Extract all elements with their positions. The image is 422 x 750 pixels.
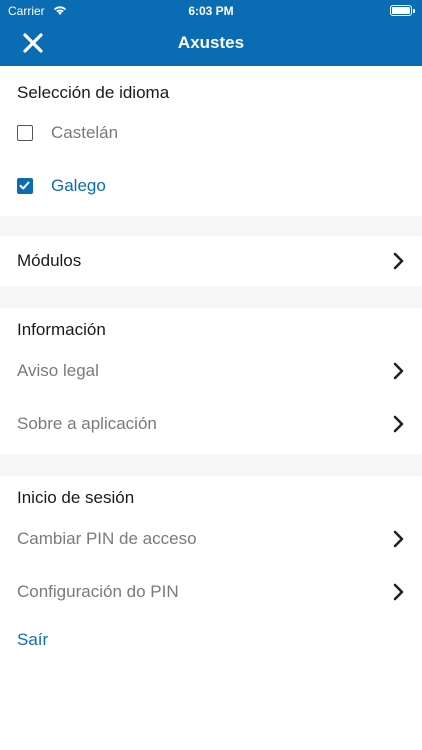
legal-notice-row[interactable]: Aviso legal (0, 348, 422, 394)
modules-section: Módulos (0, 236, 422, 286)
language-option-label: Castelán (51, 123, 119, 142)
modules-label: Módulos (17, 251, 82, 270)
language-section-title: Selección de idioma (17, 83, 170, 102)
section-divider (0, 286, 422, 308)
checkmark-icon (19, 181, 30, 190)
checkbox[interactable] (17, 178, 33, 194)
chevron-right-icon (393, 252, 404, 270)
language-section: Selección de idioma Castelán Galego (0, 66, 422, 216)
language-option-castelan[interactable]: Castelán (0, 110, 422, 156)
info-section: Información Aviso legal Sobre a aplicaci… (0, 308, 422, 454)
info-section-title: Información (17, 320, 106, 339)
about-app-row[interactable]: Sobre a aplicación (0, 401, 422, 447)
battery-icon (390, 5, 415, 16)
change-pin-row[interactable]: Cambiar PIN de acceso (0, 516, 422, 562)
section-divider (0, 216, 422, 236)
chevron-right-icon (393, 415, 404, 433)
about-app-label: Sobre a aplicación (17, 414, 157, 433)
change-pin-label: Cambiar PIN de acceso (17, 529, 197, 548)
language-option-label: Galego (51, 176, 106, 195)
legal-notice-label: Aviso legal (17, 361, 99, 380)
pin-config-row[interactable]: Configuración do PIN (0, 569, 422, 615)
logout-button[interactable]: Saír (17, 630, 48, 650)
app-header: Carrier 6:03 PM Axustes (0, 0, 422, 66)
chevron-right-icon (393, 530, 404, 548)
pin-config-label: Configuración do PIN (17, 582, 179, 601)
page-title: Axustes (177, 33, 245, 52)
status-bar: Carrier 6:03 PM (0, 0, 422, 22)
chevron-right-icon (393, 362, 404, 380)
session-section-title: Inicio de sesión (17, 488, 135, 507)
checkbox[interactable] (17, 125, 33, 141)
section-divider (0, 454, 422, 476)
language-option-galego[interactable]: Galego (0, 163, 422, 209)
status-time: 6:03 PM (188, 4, 234, 18)
session-section: Inicio de sesión Cambiar PIN de acceso C… (0, 476, 422, 750)
modules-row[interactable]: Módulos (0, 238, 422, 284)
chevron-right-icon (393, 583, 404, 601)
